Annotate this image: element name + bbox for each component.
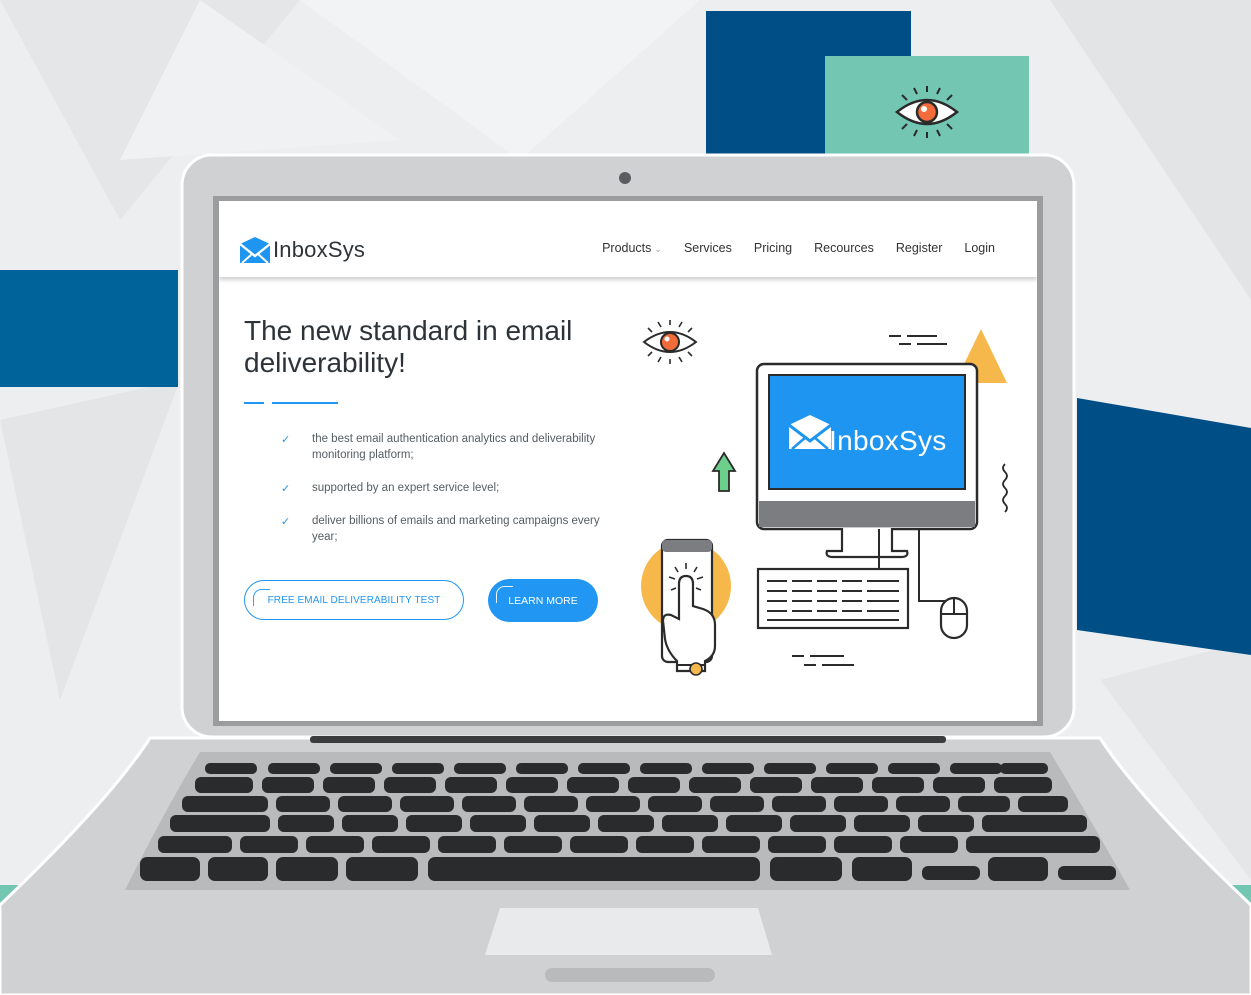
navbar: InboxSys Products ⌄ Services Pricing Reco… <box>219 201 1037 277</box>
nav-item-pricing[interactable]: Pricing <box>754 241 792 255</box>
arc-icon <box>496 586 513 603</box>
eye-icon <box>642 320 698 364</box>
brand-name: InboxSys <box>273 237 366 262</box>
check-icon: ✓ <box>281 516 291 528</box>
feature-list: ✓ the best email authentication analytic… <box>281 431 621 562</box>
list-item: ✓ supported by an expert service level; <box>281 482 500 495</box>
touchpad <box>485 908 772 955</box>
monitor-illustration <box>755 362 979 640</box>
nav-item-login[interactable]: Login <box>964 241 995 255</box>
up-arrow-icon <box>711 451 737 492</box>
free-deliverability-test-button[interactable]: FREE EMAIL DELIVERABILITY TEST <box>244 580 464 620</box>
chevron-down-icon: ⌄ <box>654 244 662 254</box>
phone-tap-illustration <box>641 538 731 676</box>
brand-logo[interactable]: InboxSys <box>239 235 365 265</box>
hero-title: The new standard in email deliverability… <box>244 315 573 378</box>
envelope-logo-icon <box>239 237 271 264</box>
title-divider-long <box>272 402 338 404</box>
check-icon: ✓ <box>281 483 291 495</box>
nav-item-products[interactable]: Products ⌄ <box>602 241 662 255</box>
arc-icon <box>253 589 270 606</box>
dash-lines-top <box>889 335 947 345</box>
list-item: ✓ the best email authentication analytic… <box>281 433 596 461</box>
deco-block-left <box>0 270 178 387</box>
nav-item-resources[interactable]: Recources <box>814 241 874 255</box>
monitor-brand-text: InboxSys <box>829 425 947 456</box>
check-icon: ✓ <box>281 434 291 446</box>
squiggle-icon <box>1002 463 1008 513</box>
webcam <box>619 172 631 184</box>
deco-block-right <box>1077 398 1251 655</box>
nav-item-services[interactable]: Services <box>684 241 732 255</box>
list-item: ✓ deliver billions of emails and marketi… <box>281 515 600 543</box>
title-divider-short <box>244 402 264 404</box>
nav-item-register[interactable]: Register <box>896 241 943 255</box>
website-screen: InboxSys InboxSys Products ⌄ Services Pri… <box>219 201 1037 721</box>
dash-lines-bottom <box>792 655 854 666</box>
learn-more-button[interactable]: LEARN MORE <box>488 579 598 622</box>
